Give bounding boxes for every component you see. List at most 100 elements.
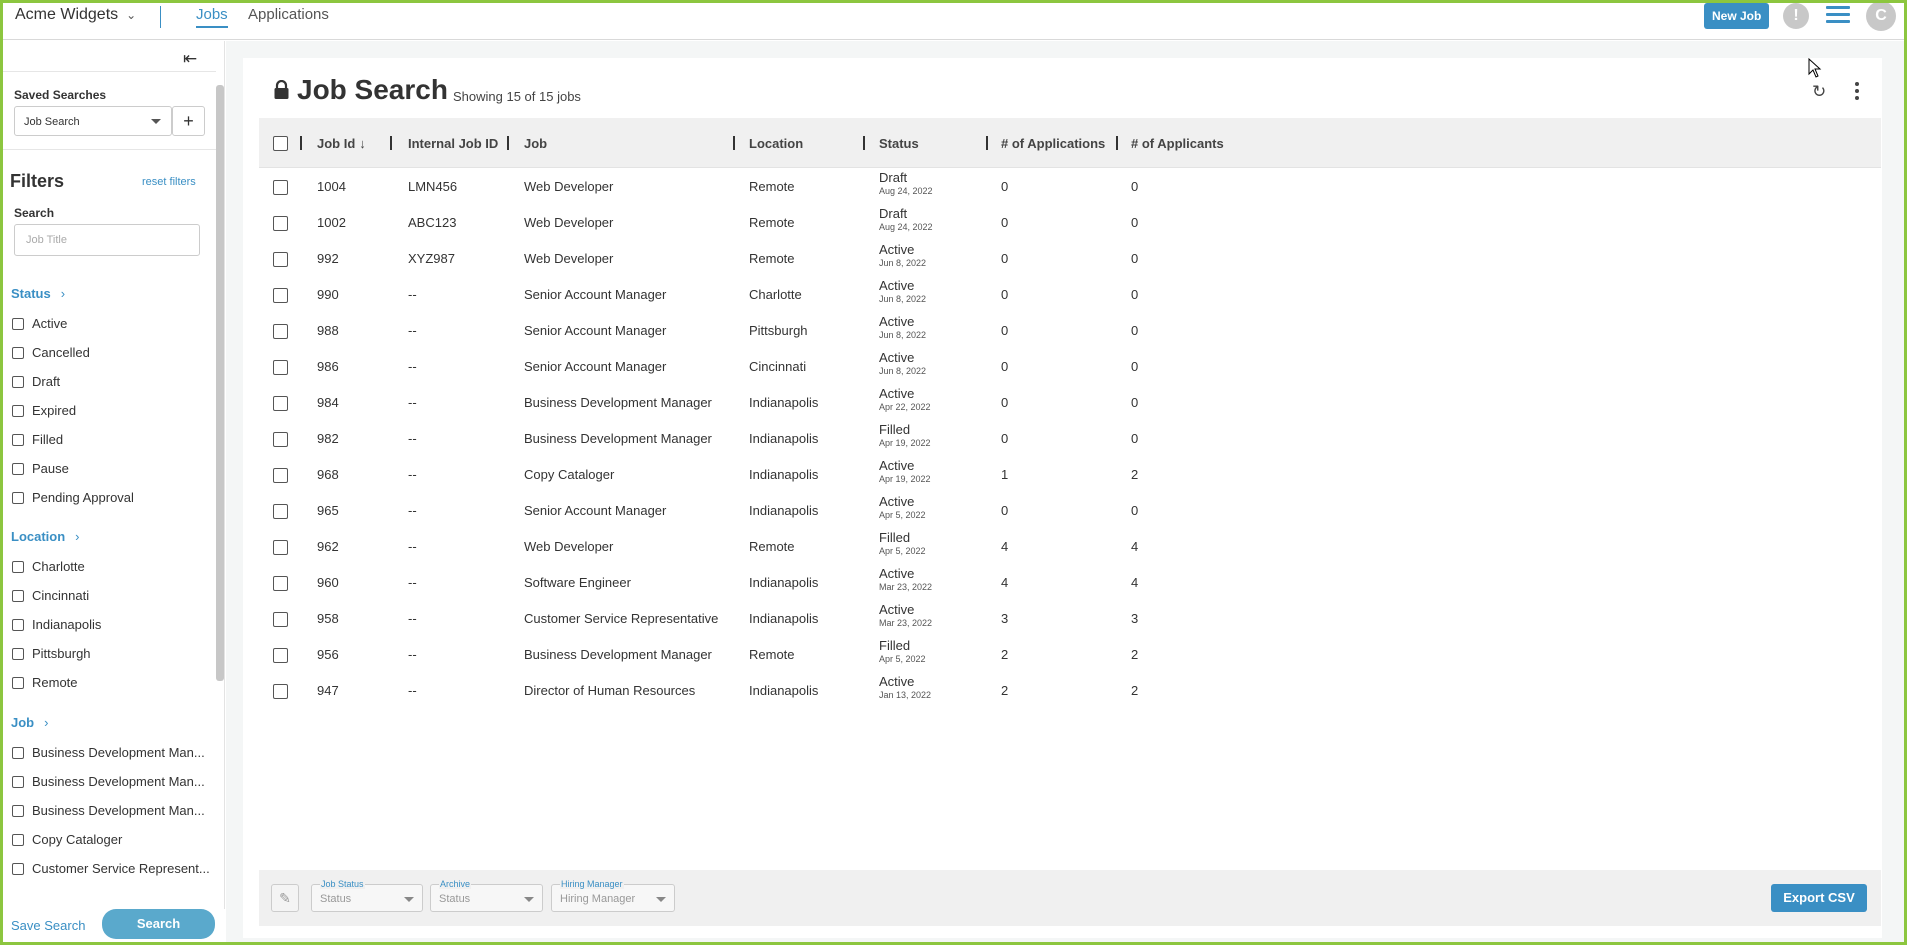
column-resizer[interactable] xyxy=(1116,136,1118,150)
column-resizer[interactable] xyxy=(300,136,302,150)
row-checkbox[interactable] xyxy=(273,252,288,267)
status-filter-option[interactable]: Draft xyxy=(12,374,60,389)
table-row[interactable]: 986--Senior Account ManagerCincinnatiAct… xyxy=(259,348,1881,384)
row-checkbox[interactable] xyxy=(273,432,288,447)
checkbox[interactable] xyxy=(12,747,24,759)
reset-filters-link[interactable]: reset filters xyxy=(142,176,196,188)
location-filter-header[interactable]: Location› xyxy=(11,529,80,544)
status-filter-option[interactable]: Cancelled xyxy=(12,345,90,360)
new-job-button[interactable]: New Job xyxy=(1704,3,1769,29)
column-header-applications[interactable]: # of Applications xyxy=(1001,136,1105,151)
row-checkbox[interactable] xyxy=(273,288,288,303)
tab-jobs[interactable]: Jobs xyxy=(196,6,228,28)
column-resizer[interactable] xyxy=(390,136,392,150)
row-checkbox[interactable] xyxy=(273,396,288,411)
checkbox[interactable] xyxy=(12,492,24,504)
location-filter-option[interactable]: Cincinnati xyxy=(12,588,89,603)
checkbox[interactable] xyxy=(12,648,24,660)
archive-select[interactable]: Archive Status xyxy=(430,884,543,912)
save-search-link[interactable]: Save Search xyxy=(11,918,85,933)
status-filter-header[interactable]: Status› xyxy=(11,286,65,301)
row-checkbox[interactable] xyxy=(273,468,288,483)
table-row[interactable]: 1004LMN456Web DeveloperRemoteDraftAug 24… xyxy=(259,168,1881,204)
column-resizer[interactable] xyxy=(733,136,735,150)
location-filter-option[interactable]: Indianapolis xyxy=(12,617,101,632)
avatar[interactable]: C xyxy=(1866,1,1896,31)
checkbox[interactable] xyxy=(12,677,24,689)
checkbox[interactable] xyxy=(12,347,24,359)
checkbox[interactable] xyxy=(12,318,24,330)
column-resizer[interactable] xyxy=(986,136,988,150)
job-filter-header[interactable]: Job› xyxy=(11,715,48,730)
table-row[interactable]: 962--Web DeveloperRemoteFilledApr 5, 202… xyxy=(259,528,1881,564)
column-header-job[interactable]: Job xyxy=(524,136,547,151)
table-row[interactable]: 956--Business Development ManagerRemoteF… xyxy=(259,636,1881,672)
row-checkbox[interactable] xyxy=(273,648,288,663)
column-header-internal-job-id[interactable]: Internal Job ID xyxy=(408,136,498,151)
table-row[interactable]: 992XYZ987Web DeveloperRemoteActiveJun 8,… xyxy=(259,240,1881,276)
checkbox[interactable] xyxy=(12,376,24,388)
table-row[interactable]: 947--Director of Human ResourcesIndianap… xyxy=(259,672,1881,708)
status-filter-option[interactable]: Filled xyxy=(12,432,63,447)
job-filter-option[interactable]: Business Development Man... xyxy=(12,774,205,789)
row-checkbox[interactable] xyxy=(273,504,288,519)
sidebar-scrollbar[interactable] xyxy=(216,85,224,681)
job-filter-option[interactable]: Customer Service Represent... xyxy=(12,861,210,876)
refresh-icon[interactable]: ↻ xyxy=(1812,82,1826,102)
status-filter-option[interactable]: Pending Approval xyxy=(12,490,134,505)
hamburger-menu-icon[interactable] xyxy=(1826,6,1850,26)
row-checkbox[interactable] xyxy=(273,360,288,375)
row-checkbox[interactable] xyxy=(273,180,288,195)
checkbox[interactable] xyxy=(12,863,24,875)
search-button[interactable]: Search xyxy=(102,909,215,939)
table-row[interactable]: 968--Copy CatalogerIndianapolisActiveApr… xyxy=(259,456,1881,492)
status-filter-option[interactable]: Expired xyxy=(12,403,76,418)
hiring-manager-select[interactable]: Hiring Manager Hiring Manager xyxy=(551,884,675,912)
table-row[interactable]: 990--Senior Account ManagerCharlotteActi… xyxy=(259,276,1881,312)
status-filter-option[interactable]: Pause xyxy=(12,461,69,476)
checkbox[interactable] xyxy=(12,590,24,602)
checkbox[interactable] xyxy=(12,776,24,788)
row-checkbox[interactable] xyxy=(273,684,288,699)
checkbox[interactable] xyxy=(12,405,24,417)
org-switcher[interactable]: Acme Widgets ⌄ xyxy=(15,6,136,24)
row-checkbox[interactable] xyxy=(273,540,288,555)
export-csv-button[interactable]: Export CSV xyxy=(1771,884,1867,912)
add-saved-search-button[interactable]: + xyxy=(172,106,205,136)
checkbox[interactable] xyxy=(12,619,24,631)
location-filter-option[interactable]: Charlotte xyxy=(12,559,85,574)
row-checkbox[interactable] xyxy=(273,216,288,231)
column-resizer[interactable] xyxy=(863,136,865,150)
column-header-applicants[interactable]: # of Applicants xyxy=(1131,136,1224,151)
column-header-job-id[interactable]: Job Id↓ xyxy=(317,136,366,151)
table-row[interactable]: 982--Business Development ManagerIndiana… xyxy=(259,420,1881,456)
job-filter-option[interactable]: Business Development Man... xyxy=(12,803,205,818)
row-checkbox[interactable] xyxy=(273,324,288,339)
select-all-checkbox[interactable] xyxy=(273,136,288,151)
column-resizer[interactable] xyxy=(507,136,509,150)
checkbox[interactable] xyxy=(12,561,24,573)
location-filter-option[interactable]: Pittsburgh xyxy=(12,646,91,661)
table-row[interactable]: 1002ABC123Web DeveloperRemoteDraftAug 24… xyxy=(259,204,1881,240)
table-row[interactable]: 958--Customer Service RepresentativeIndi… xyxy=(259,600,1881,636)
saved-search-select[interactable]: Job Search xyxy=(14,106,172,136)
status-filter-option[interactable]: Active xyxy=(12,316,67,331)
table-row[interactable]: 984--Business Development ManagerIndiana… xyxy=(259,384,1881,420)
alert-icon[interactable]: ! xyxy=(1783,3,1809,29)
location-filter-option[interactable]: Remote xyxy=(12,675,78,690)
job-filter-option[interactable]: Copy Cataloger xyxy=(12,832,122,847)
job-title-search-input[interactable] xyxy=(14,224,200,256)
collapse-sidebar-icon[interactable]: ⇤ xyxy=(183,49,197,69)
column-header-location[interactable]: Location xyxy=(749,136,803,151)
table-row[interactable]: 988--Senior Account ManagerPittsburghAct… xyxy=(259,312,1881,348)
column-header-status[interactable]: Status xyxy=(879,136,919,151)
checkbox[interactable] xyxy=(12,805,24,817)
row-checkbox[interactable] xyxy=(273,576,288,591)
checkbox[interactable] xyxy=(12,463,24,475)
row-checkbox[interactable] xyxy=(273,612,288,627)
edit-pencil-icon[interactable]: ✎ xyxy=(271,884,299,912)
checkbox[interactable] xyxy=(12,834,24,846)
checkbox[interactable] xyxy=(12,434,24,446)
table-row[interactable]: 965--Senior Account ManagerIndianapolisA… xyxy=(259,492,1881,528)
table-row[interactable]: 960--Software EngineerIndianapolisActive… xyxy=(259,564,1881,600)
